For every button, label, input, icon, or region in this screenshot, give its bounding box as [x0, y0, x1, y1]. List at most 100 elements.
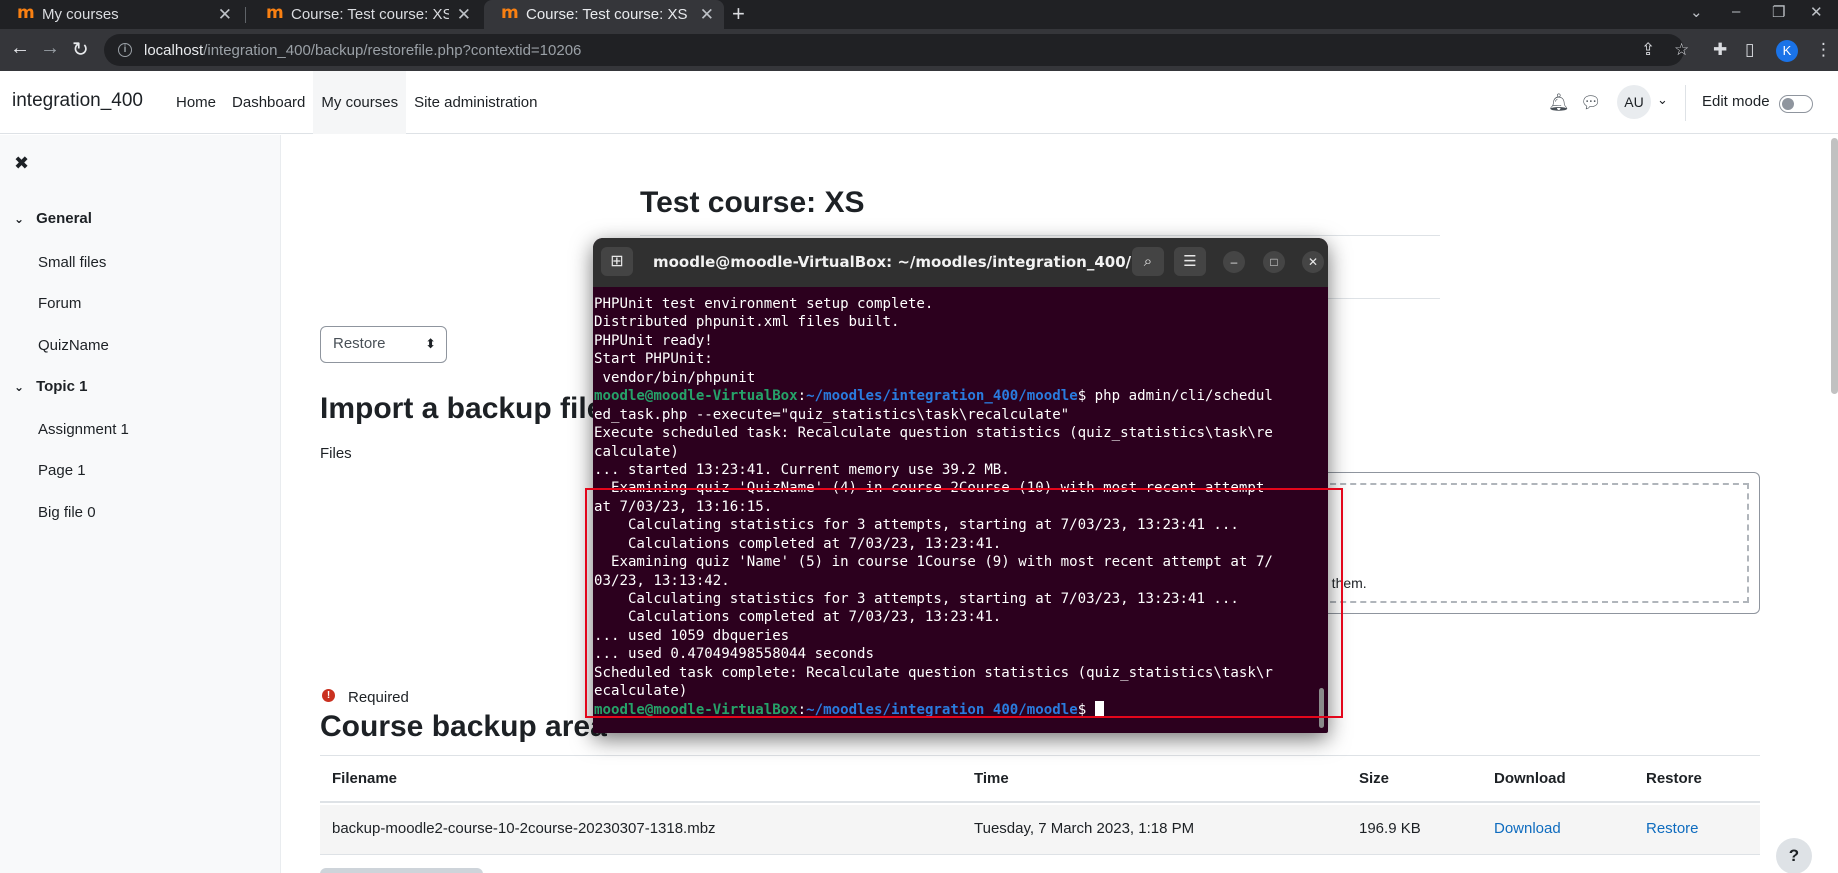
terminal-line: ed_task.php --execute="quiz_statistics\t…: [594, 406, 1070, 423]
browser-tab-label: Course: Test course: XS: [291, 6, 449, 23]
restore-window-icon[interactable]: ❐: [1772, 3, 1785, 21]
file-drop-area[interactable]: [1320, 483, 1749, 603]
help-button[interactable]: ?: [1776, 838, 1812, 873]
minimize-window-icon[interactable]: –: [1732, 3, 1740, 20]
browser-tab-1[interactable]: My courses ✕: [0, 0, 242, 29]
navbar-divider: [1685, 85, 1686, 121]
terminal-line: Execute scheduled task: Recalculate ques…: [594, 425, 1273, 442]
terminal-line: PHPUnit test environment setup complete.: [594, 296, 934, 312]
moodle-favicon-icon: [501, 3, 519, 23]
url-path: /integration_400/backup/restorefile.php?…: [203, 41, 582, 59]
table-row: backup-moodle2-course-10-2course-2023030…: [320, 805, 1760, 855]
close-window-icon[interactable]: ✕: [1810, 3, 1823, 21]
terminal-search-icon[interactable]: ⌕: [1132, 247, 1164, 276]
url-host: localhost: [144, 41, 204, 59]
page-title: Test course: XS: [640, 186, 865, 219]
nav-site-administration[interactable]: Site administration: [406, 71, 545, 134]
page-scrollbar[interactable]: [1831, 138, 1838, 394]
required-icon: !: [322, 689, 335, 702]
terminal-line: calculate): [594, 443, 679, 460]
column-download: Download: [1494, 770, 1566, 787]
course-backup-area-heading: Course backup area: [320, 710, 607, 743]
close-tab-icon[interactable]: ✕: [700, 5, 714, 25]
site-name[interactable]: integration_400: [12, 90, 143, 112]
close-tab-icon[interactable]: ✕: [457, 5, 471, 25]
edit-mode-label: Edit mode: [1702, 93, 1770, 110]
course-item-small-files[interactable]: Small files: [38, 254, 106, 271]
terminal-close-icon[interactable]: ✕: [1302, 251, 1324, 273]
site-info-icon[interactable]: i: [118, 43, 132, 57]
terminal-menu-icon[interactable]: ☰: [1174, 247, 1206, 276]
nav-home[interactable]: Home: [168, 71, 224, 134]
new-terminal-tab-icon[interactable]: ⊞: [601, 247, 633, 276]
user-avatar[interactable]: AU: [1617, 85, 1651, 119]
column-restore: Restore: [1646, 770, 1702, 787]
cell-filename: backup-moodle2-course-10-2course-2023030…: [332, 820, 716, 837]
extensions-puzzle-icon[interactable]: ✚: [1713, 40, 1727, 60]
forward-arrow-icon[interactable]: →: [40, 37, 60, 60]
new-tab-icon[interactable]: +: [732, 1, 745, 27]
terminal-maximize-icon[interactable]: □: [1263, 251, 1285, 273]
moodle-navbar: integration_400 Home Dashboard My course…: [0, 71, 1838, 134]
import-backup-heading: Import a backup file: [320, 392, 604, 425]
browser-menu-icon[interactable]: ⋮: [1815, 40, 1832, 60]
terminal-titlebar[interactable]: ⊞ moodle@moodle-VirtualBox: ~/moodles/in…: [593, 238, 1328, 287]
back-arrow-icon[interactable]: ←: [10, 37, 30, 60]
browser-tab-3[interactable]: Course: Test course: XS ✕: [484, 0, 724, 29]
prompt-user: moodle@moodle-VirtualBox: [594, 388, 798, 405]
course-item-forum[interactable]: Forum: [38, 295, 81, 312]
address-bar[interactable]: i localhost /integration_400/backup/rest…: [104, 34, 1684, 66]
messages-chat-icon[interactable]: 💬︎: [1580, 93, 1602, 113]
profile-avatar[interactable]: K: [1776, 40, 1798, 62]
section-title: General: [36, 210, 92, 227]
user-menu-chevron-icon[interactable]: ⌄: [1657, 92, 1668, 108]
download-link[interactable]: Download: [1494, 820, 1561, 837]
column-size: Size: [1359, 770, 1390, 787]
moodle-favicon-icon: [266, 3, 284, 23]
reload-icon[interactable]: ↻: [72, 37, 89, 62]
terminal-line: vendor/bin/phpunit: [594, 369, 756, 386]
browser-tab-label: Course: Test course: XS: [526, 6, 688, 23]
notifications-bell-icon[interactable]: 🔔︎: [1548, 93, 1570, 113]
nav-my-courses[interactable]: My courses: [313, 71, 407, 134]
header-divider: [640, 235, 1440, 236]
share-icon[interactable]: ⇪: [1641, 40, 1655, 60]
section-title: Topic 1: [36, 378, 88, 395]
course-index-drawer: ✖ ⌄ General Small files Forum QuizName ⌄…: [0, 135, 281, 873]
terminal-line: Start PHPUnit:: [594, 351, 713, 368]
close-drawer-icon[interactable]: ✖: [14, 153, 29, 174]
browser-tab-2[interactable]: Course: Test course: XS ✕: [249, 0, 481, 29]
restore-navigation-select[interactable]: Restore: [320, 326, 447, 363]
course-item-big-file-0[interactable]: Big file 0: [38, 504, 96, 521]
close-tab-icon[interactable]: ✕: [218, 5, 232, 25]
browser-toolbar: ← → ↻ i localhost /integration_400/backu…: [0, 29, 1838, 71]
cell-time: Tuesday, 7 March 2023, 1:18 PM: [974, 820, 1195, 837]
course-item-assignment-1[interactable]: Assignment 1: [38, 421, 129, 438]
cell-size: 196.9 KB: [1359, 820, 1421, 837]
column-filename: Filename: [332, 770, 398, 787]
terminal-line: ... started 13:23:41. Current memory use…: [594, 461, 1010, 478]
side-panel-icon[interactable]: ▯: [1745, 40, 1754, 60]
restore-link[interactable]: Restore: [1646, 820, 1699, 837]
files-label: Files: [320, 445, 352, 462]
nav-dashboard[interactable]: Dashboard: [224, 71, 313, 134]
restore-select-value: Restore: [333, 335, 386, 352]
tab-separator: [245, 7, 246, 23]
terminal-minimize-icon[interactable]: –: [1223, 251, 1245, 273]
bookmark-star-icon[interactable]: ☆: [1674, 40, 1689, 60]
browser-tabstrip: My courses ✕ Course: Test course: XS ✕ C…: [0, 0, 1838, 29]
tab-search-chevron-icon[interactable]: ⌄: [1690, 3, 1703, 21]
course-section-topic-1[interactable]: ⌄ Topic 1: [14, 378, 87, 395]
manage-backup-files-button[interactable]: [320, 868, 483, 873]
course-item-quizname[interactable]: QuizName: [38, 337, 109, 354]
chevron-down-icon[interactable]: ⌄: [14, 380, 24, 394]
annotation-highlight-box: [585, 488, 1343, 718]
course-section-general[interactable]: ⌄ General: [14, 210, 92, 227]
prompt-path: ~/moodles/integration_400/moodle: [806, 388, 1078, 405]
course-item-page-1[interactable]: Page 1: [38, 462, 86, 479]
table-header: Filename Time Size Download Restore: [320, 755, 1760, 803]
chevron-down-icon[interactable]: ⌄: [14, 212, 24, 226]
browser-tab-label: My courses: [42, 6, 119, 23]
moodle-favicon-icon: [17, 3, 35, 23]
edit-mode-toggle[interactable]: [1779, 95, 1813, 113]
